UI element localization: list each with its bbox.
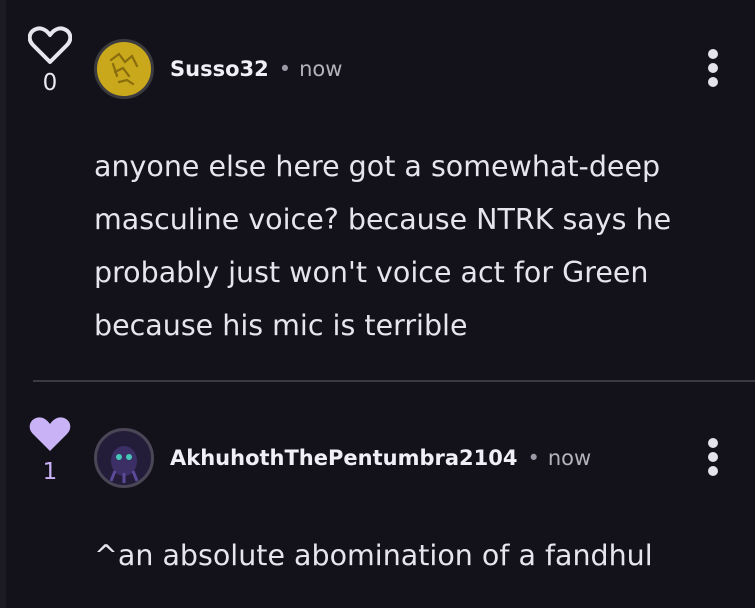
- comment-text: ^an absolute abomination of a fandhul: [94, 539, 653, 572]
- timestamp: now: [547, 446, 592, 470]
- timestamp: now: [299, 57, 343, 81]
- comment-meta: Susso32 • now: [170, 57, 342, 81]
- avatar[interactable]: [94, 39, 154, 99]
- username[interactable]: AkhuhothThePentumbra2104: [170, 446, 517, 470]
- more-options-icon[interactable]: [706, 438, 720, 480]
- comment-meta: AkhuhothThePentumbra2104 • now: [170, 446, 591, 470]
- username[interactable]: Susso32: [170, 57, 269, 81]
- more-options-icon[interactable]: [706, 49, 720, 91]
- separator-dot: •: [278, 57, 292, 81]
- avatar[interactable]: [94, 428, 154, 488]
- separator-dot: •: [527, 446, 540, 470]
- like-count: 0: [42, 70, 58, 96]
- like-control: 0: [28, 26, 72, 96]
- avatar-doodle-icon: [109, 52, 139, 86]
- heart-icon[interactable]: [28, 415, 72, 455]
- creature-avatar-icon: [109, 446, 139, 483]
- like-control: 1: [28, 415, 72, 485]
- like-count: 1: [42, 459, 58, 485]
- comment-text: anyone else here got a somewhat-deep mas…: [94, 150, 672, 342]
- comment-2: 1 AkhuhothThePentumbra2104 • now ^an absol…: [0, 382, 755, 608]
- heart-icon[interactable]: [28, 26, 72, 66]
- comment-1: 0 Susso32 • now anyone else here got a som…: [0, 0, 755, 380]
